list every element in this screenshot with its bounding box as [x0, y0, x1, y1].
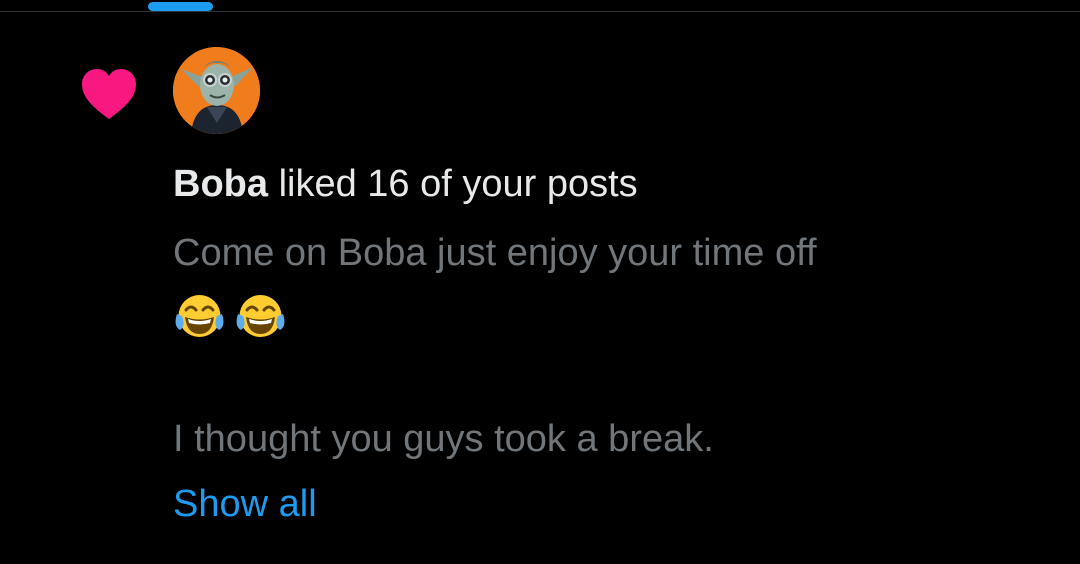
- liked-post-preview[interactable]: Come on Boba just enjoy your time off: [173, 230, 1033, 276]
- user-name[interactable]: Boba: [173, 163, 268, 205]
- laughing-emoji-icon: [234, 292, 287, 342]
- heart-icon: [80, 67, 138, 121]
- active-tab-indicator: [148, 2, 213, 11]
- post-text-line-2: I thought you guys took a break.: [173, 418, 714, 460]
- post-text-line: Come on Boba just enjoy your time off: [173, 232, 817, 274]
- notification-headline: Boba liked 16 of your posts: [173, 162, 638, 206]
- avatar[interactable]: [173, 47, 260, 134]
- like-notification[interactable]: Boba liked 16 of your posts Come on Boba…: [0, 12, 1080, 564]
- emoji-row: [173, 292, 287, 342]
- notifications-screen: Boba liked 16 of your posts Come on Boba…: [0, 0, 1080, 564]
- laughing-emoji-icon: [173, 292, 226, 342]
- goblin-avatar-icon: [173, 47, 260, 134]
- action-text: liked 16 of your posts: [278, 163, 638, 205]
- show-all-link[interactable]: Show all: [173, 481, 317, 527]
